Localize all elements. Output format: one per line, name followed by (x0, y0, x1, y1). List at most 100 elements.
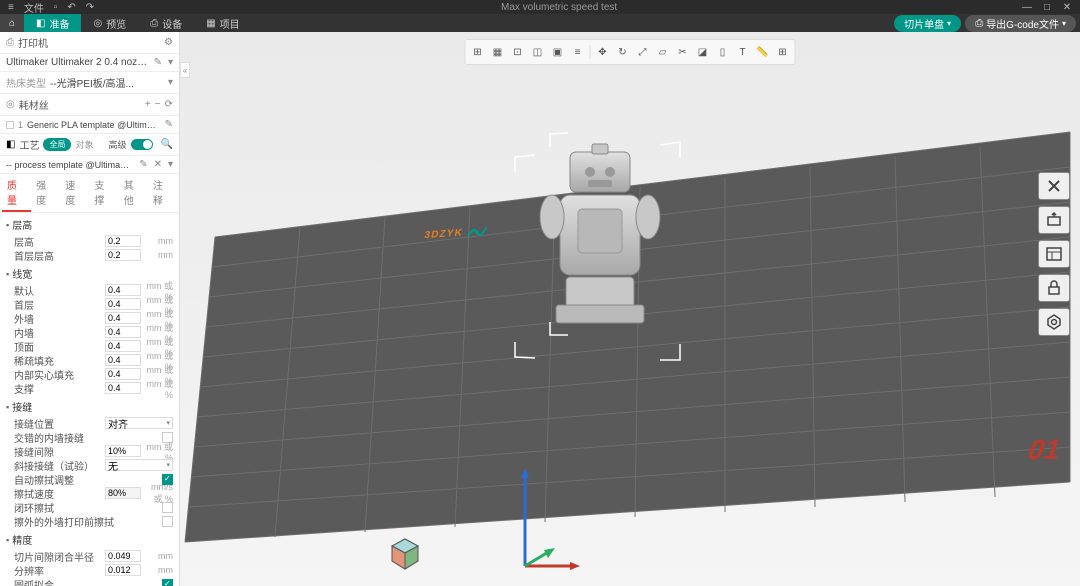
tab-preview[interactable]: ◎预览 (81, 14, 138, 32)
tab-notes[interactable]: 注释 (148, 174, 177, 212)
tab-speed[interactable]: 速度 (60, 174, 89, 212)
section-layer-height[interactable]: 层高 (0, 215, 179, 234)
sync-filament-icon[interactable]: ⟳ (165, 99, 173, 110)
wipe-on-loop-checkbox[interactable] (162, 474, 173, 485)
variable-height-icon[interactable]: ≡ (569, 43, 587, 61)
close-icon[interactable]: ✕ (154, 159, 162, 170)
orient-icon[interactable]: ◫ (529, 43, 547, 61)
tab-prepare[interactable]: ◧准备 (24, 14, 81, 32)
filament-color-swatch[interactable] (6, 121, 14, 129)
arrange-icon[interactable]: ⊡ (509, 43, 527, 61)
default-lw-input[interactable] (105, 284, 141, 296)
menu-file[interactable]: 文件 (20, 0, 48, 15)
settings-icon[interactable]: ⚙ (164, 37, 173, 48)
first-layer-lw-input[interactable] (105, 298, 141, 310)
viewport-toolbar: ⊞ ▦ ⊡ ◫ ▣ ≡ ✥ ↻ ⤢ ▱ ✂ ◪ ▯ T 📏 ⊞ (465, 39, 796, 65)
seam-position-select[interactable]: 对齐▾ (105, 417, 173, 429)
tab-support[interactable]: 支撑 (90, 174, 119, 212)
add-filament-icon[interactable]: + (145, 99, 151, 110)
caret-down-icon[interactable]: ▾ (168, 159, 173, 170)
side-tool-lock[interactable] (1038, 274, 1070, 302)
menu-hamburger-icon[interactable]: ≡ (4, 2, 18, 13)
move-icon[interactable]: ✥ (594, 43, 612, 61)
section-precision[interactable]: 精度 (0, 530, 179, 549)
sparse-infill-lw-input[interactable] (105, 354, 141, 366)
support-paint-icon[interactable]: ▯ (714, 43, 732, 61)
remove-filament-icon[interactable]: − (155, 99, 161, 110)
filament-row-1[interactable]: 1 Generic PLA template @Ultimaker Ultima… (0, 116, 179, 134)
side-tool-layout[interactable] (1038, 240, 1070, 268)
edit-icon[interactable]: ✎ (154, 57, 162, 68)
assembly-icon[interactable]: ⊞ (774, 43, 792, 61)
home-button[interactable]: ⌂ (0, 14, 24, 32)
split-icon[interactable]: ▣ (549, 43, 567, 61)
viewport-side-tools (1038, 172, 1070, 336)
settings-tabs: 质量 强度 速度 支撑 其他 注释 (0, 174, 179, 213)
cut-icon[interactable]: ✂ (674, 43, 692, 61)
inner-wall-lw-input[interactable] (105, 326, 141, 338)
3d-viewport[interactable]: « ⊞ ▦ ⊡ ◫ ▣ ≡ ✥ ↻ ⤢ ▱ ✂ ◪ ▯ T 📏 ⊞ (180, 32, 1080, 586)
printer-icon: ⎙ (6, 37, 14, 48)
side-tool-clear[interactable] (1038, 172, 1070, 200)
tab-quality[interactable]: 质量 (2, 174, 31, 212)
add-plate-icon[interactable]: ▦ (489, 43, 507, 61)
window-minimize[interactable]: — (1020, 2, 1034, 13)
window-maximize[interactable]: □ (1040, 2, 1054, 13)
tab-device[interactable]: ⎙设备 (138, 14, 194, 32)
filament-panel-header[interactable]: ◎ 耗材丝 + − ⟳ (0, 94, 179, 116)
bed-type-row[interactable]: 热床类型 --光滑PEI板/高温... ▾ (0, 72, 179, 94)
build-plate (180, 32, 1080, 586)
seam-gap-input[interactable] (105, 445, 141, 457)
first-layer-height-input[interactable] (105, 249, 141, 261)
row-first-layer-height: 首层层高mm (0, 248, 179, 262)
side-tool-settings[interactable] (1038, 308, 1070, 336)
edit-filament-icon[interactable]: ✎ (165, 119, 173, 130)
filament-icon: ◎ (6, 99, 15, 110)
internal-solid-lw-input[interactable] (105, 368, 141, 380)
collapse-sidebar-handle[interactable]: « (180, 62, 190, 78)
menu-redo-icon[interactable]: ↷ (82, 2, 98, 13)
process-panel-header: ◧ 工艺 全局 对象 高级 🔍 (0, 134, 179, 156)
window-close[interactable]: ✕ (1060, 2, 1074, 13)
global-badge[interactable]: 全局 (43, 138, 71, 151)
view-cube[interactable] (388, 537, 422, 571)
process-template-row[interactable]: -- process template @Ultimaker Ultimak..… (0, 156, 179, 174)
tab-project[interactable]: ▦项目 (194, 14, 251, 32)
caret-down-icon[interactable]: ▾ (168, 77, 173, 88)
edit-icon[interactable]: ✎ (139, 159, 147, 170)
advanced-toggle[interactable] (131, 139, 153, 150)
side-tool-orient[interactable] (1038, 206, 1070, 234)
wipe-before-ext2-checkbox[interactable] (162, 516, 173, 527)
export-gcode-button[interactable]: ⎙导出G-code文件▾ (965, 15, 1076, 32)
slice-button[interactable]: 切片单盘▾ (894, 15, 961, 32)
scale-icon[interactable]: ⤢ (634, 43, 652, 61)
seam-paint-icon[interactable]: T (734, 43, 752, 61)
tab-strength[interactable]: 强度 (31, 174, 60, 212)
axis-gizmo[interactable] (510, 466, 580, 576)
caret-down-icon[interactable]: ▾ (168, 57, 173, 68)
wipe-speed-input[interactable] (105, 487, 141, 499)
window-title: Max volumetric speed test (98, 2, 1020, 13)
printer-select-row[interactable]: Ultimaker Ultimaker 2 0.4 nozzle ✎ ▾ (0, 54, 179, 72)
add-model-icon[interactable]: ⊞ (469, 43, 487, 61)
wipe-before-ext-checkbox[interactable] (162, 502, 173, 513)
resolution-input[interactable] (105, 564, 141, 576)
place-on-face-icon[interactable]: ▱ (654, 43, 672, 61)
menu-undo-icon[interactable]: ↶ (63, 2, 79, 13)
layer-height-input[interactable] (105, 235, 141, 247)
menu-save-icon[interactable]: ▫ (50, 2, 62, 13)
top-surface-lw-input[interactable] (105, 340, 141, 352)
section-seam[interactable]: 接缝 (0, 397, 179, 416)
arc-fitting-checkbox[interactable] (162, 579, 173, 586)
measure-icon[interactable]: 📏 (754, 43, 772, 61)
tab-other[interactable]: 其他 (119, 174, 148, 212)
process-icon: ◧ (6, 139, 15, 150)
outer-wall-lw-input[interactable] (105, 312, 141, 324)
support-lw-input[interactable] (105, 382, 141, 394)
scarf-joint-select[interactable]: 无▾ (105, 459, 173, 471)
printer-panel-header[interactable]: ⎙ 打印机 ⚙ (0, 32, 179, 54)
rotate-icon[interactable]: ↻ (614, 43, 632, 61)
mesh-boolean-icon[interactable]: ◪ (694, 43, 712, 61)
search-icon[interactable]: 🔍 (161, 139, 173, 150)
slice-gap-input[interactable] (105, 550, 141, 562)
